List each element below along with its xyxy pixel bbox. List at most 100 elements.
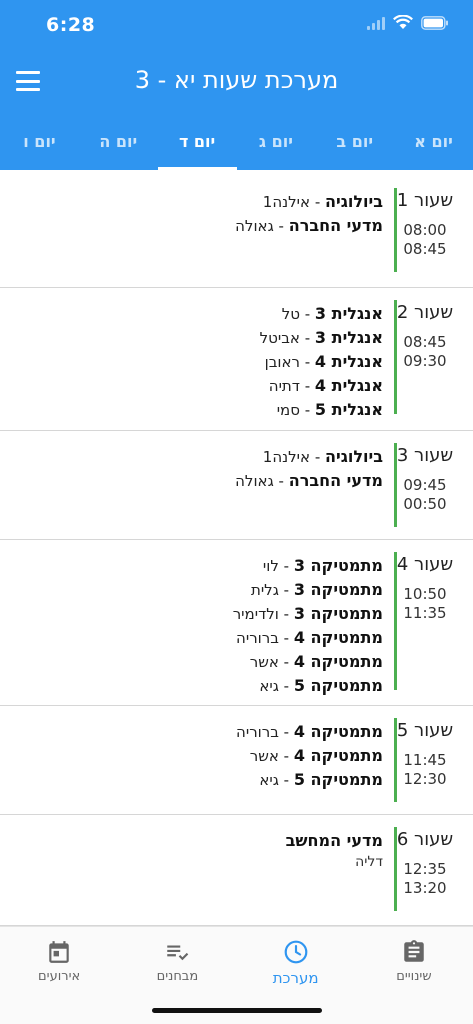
- lesson-list: ביולוגיה - אילנה1 מדעי החברה - גאולה: [10, 190, 383, 238]
- period-end-time: 11:35: [403, 604, 447, 622]
- home-indicator[interactable]: [152, 1008, 322, 1013]
- lesson-teacher: - ברוריה: [236, 723, 294, 741]
- lesson-teacher: - ולדימיר: [232, 605, 294, 623]
- lesson-teacher: - אילנה1: [262, 193, 326, 211]
- lesson-item: מדעי החברה - גאולה: [10, 469, 383, 493]
- lesson-subject: מדעי החברה: [288, 471, 383, 490]
- lesson-teacher: - גאולה: [235, 217, 289, 235]
- lesson-item: מתמטיקה 5 - גיא: [10, 674, 383, 698]
- lesson-list: ביולוגיה - אילנה1 מדעי החברה - גאולה: [10, 445, 383, 493]
- lesson-teacher: - ראובן: [264, 353, 315, 371]
- lesson-subject: מתמטיקה 3: [293, 556, 383, 575]
- lesson-item: אנגלית 4 - ראובן: [10, 350, 383, 374]
- period-end-time: 00:50: [403, 495, 447, 513]
- nav-label: מערכת: [272, 969, 319, 987]
- lesson-teacher: - סמי: [276, 401, 315, 419]
- period-info: שעור 4 10:50 11:35: [393, 554, 457, 623]
- nav-events[interactable]: אירועים: [0, 927, 118, 1024]
- tab-day-b[interactable]: יום ב: [315, 112, 394, 170]
- calendar-icon: [49, 941, 69, 963]
- app-header: 6:28 מערכת שעות יא - 3 יום א יום ב יום ג…: [0, 0, 473, 170]
- nav-changes[interactable]: שינויים: [355, 927, 473, 1024]
- period-row: שעור 4 10:50 11:35 מתמטיקה 3 - לוי מתמטי…: [0, 540, 473, 706]
- lesson-item: מתמטיקה 3 - ולדימיר: [10, 602, 383, 626]
- lesson-item: אנגלית 5 - סמי: [10, 398, 383, 422]
- clock-icon: [284, 940, 307, 964]
- checklist-icon: [167, 945, 189, 961]
- lesson-subject: ביולוגיה: [325, 447, 383, 466]
- app-bar: מערכת שעות יא - 3: [0, 52, 473, 112]
- lesson-item: מתמטיקה 4 - אשר: [10, 650, 383, 674]
- schedule-list[interactable]: שעור 1 08:00 08:45 ביולוגיה - אילנה1 מדע…: [0, 170, 473, 926]
- period-start-time: 08:00: [403, 221, 447, 239]
- period-start-time: 08:45: [403, 333, 447, 351]
- lesson-item: אנגלית 3 - אביטל: [10, 326, 383, 350]
- period-label: שעור 1: [396, 190, 454, 211]
- nav-label: שינויים: [396, 969, 432, 984]
- lesson-teacher: - גיא: [259, 771, 294, 789]
- lesson-subject: מתמטיקה 3: [293, 580, 383, 599]
- period-label: שעור 5: [396, 720, 454, 741]
- lesson-subject: אנגלית 3: [314, 328, 383, 347]
- status-time: 6:28: [46, 14, 96, 36]
- period-end-time: 12:30: [403, 770, 447, 788]
- tab-day-d[interactable]: יום ד: [157, 112, 237, 170]
- lesson-item: ביולוגיה - אילנה1: [10, 445, 383, 469]
- clipboard-icon: [404, 940, 424, 962]
- period-start-time: 09:45: [403, 476, 447, 494]
- wifi-icon: [393, 15, 413, 30]
- lesson-teacher: דליה: [355, 854, 383, 870]
- tab-day-c[interactable]: יום ג: [237, 112, 316, 170]
- lesson-subject: ביולוגיה: [325, 192, 383, 211]
- period-info: שעור 3 09:45 00:50: [393, 445, 457, 514]
- lesson-subject: מדעי החברה: [288, 216, 383, 235]
- lesson-subject: אנגלית 5: [314, 400, 383, 419]
- period-row: שעור 1 08:00 08:45 ביולוגיה - אילנה1 מדע…: [0, 170, 473, 288]
- nav-label: מבחנים: [156, 969, 199, 984]
- period-label: שעור 3: [396, 445, 454, 466]
- period-end-time: 13:20: [403, 879, 447, 897]
- lesson-teacher: - טל: [281, 305, 315, 323]
- lesson-subject: אנגלית 3: [314, 304, 383, 323]
- period-row: שעור 2 08:45 09:30 אנגלית 3 - טל אנגלית …: [0, 288, 473, 431]
- lesson-list: מתמטיקה 3 - לוי מתמטיקה 3 - גלית מתמטיקה…: [10, 554, 383, 698]
- period-start-time: 12:35: [403, 860, 447, 878]
- lesson-subject: מתמטיקה 4: [293, 722, 383, 741]
- tab-day-f[interactable]: יום ו: [0, 112, 79, 170]
- lesson-subject: מתמטיקה 5: [293, 770, 383, 789]
- period-label: שעור 4: [396, 554, 454, 575]
- period-info: שעור 6 12:35 13:20: [393, 829, 457, 898]
- period-start-time: 10:50: [403, 585, 447, 603]
- lesson-teacher: - ברוריה: [236, 629, 294, 647]
- lesson-item: מדעי המחשב: [10, 829, 383, 853]
- day-tabs: יום א יום ב יום ג יום ד יום ה יום ו: [0, 112, 473, 170]
- lesson-teacher: - אביטל: [259, 329, 315, 347]
- tab-day-e[interactable]: יום ה: [79, 112, 158, 170]
- lesson-teacher: - גלית: [250, 581, 294, 599]
- lesson-subject: מתמטיקה 4: [293, 746, 383, 765]
- lesson-teacher: - אשר: [249, 747, 294, 765]
- lesson-subject: מדעי המחשב: [285, 831, 383, 850]
- period-info: שעור 5 11:45 12:30: [393, 720, 457, 789]
- cellular-signal-icon: [367, 16, 385, 30]
- lesson-subject: מתמטיקה 5: [293, 676, 383, 695]
- lesson-teacher: - גיא: [259, 677, 294, 695]
- period-info: שעור 1 08:00 08:45: [393, 190, 457, 259]
- period-row: שעור 5 11:45 12:30 מתמטיקה 4 - ברוריה מת…: [0, 706, 473, 815]
- lesson-item: מתמטיקה 4 - אשר: [10, 744, 383, 768]
- lesson-item: מתמטיקה 3 - לוי: [10, 554, 383, 578]
- lesson-item: מתמטיקה 5 - גיא: [10, 768, 383, 792]
- lesson-item: מדעי החברה - גאולה: [10, 214, 383, 238]
- lesson-subject: מתמטיקה 3: [293, 604, 383, 623]
- lesson-subject: מתמטיקה 4: [293, 628, 383, 647]
- battery-icon: [421, 15, 449, 30]
- lesson-item: ביולוגיה - אילנה1: [10, 190, 383, 214]
- lesson-item: מתמטיקה 4 - ברוריה: [10, 626, 383, 650]
- lesson-list: אנגלית 3 - טל אנגלית 3 - אביטל אנגלית 4 …: [10, 302, 383, 422]
- period-row: שעור 3 09:45 00:50 ביולוגיה - אילנה1 מדע…: [0, 431, 473, 540]
- period-end-time: 08:45: [403, 240, 447, 258]
- tab-day-a[interactable]: יום א: [394, 112, 473, 170]
- lesson-item: מתמטיקה 4 - ברוריה: [10, 720, 383, 744]
- lesson-teacher: - אשר: [249, 653, 294, 671]
- lesson-subject: אנגלית 4: [314, 376, 383, 395]
